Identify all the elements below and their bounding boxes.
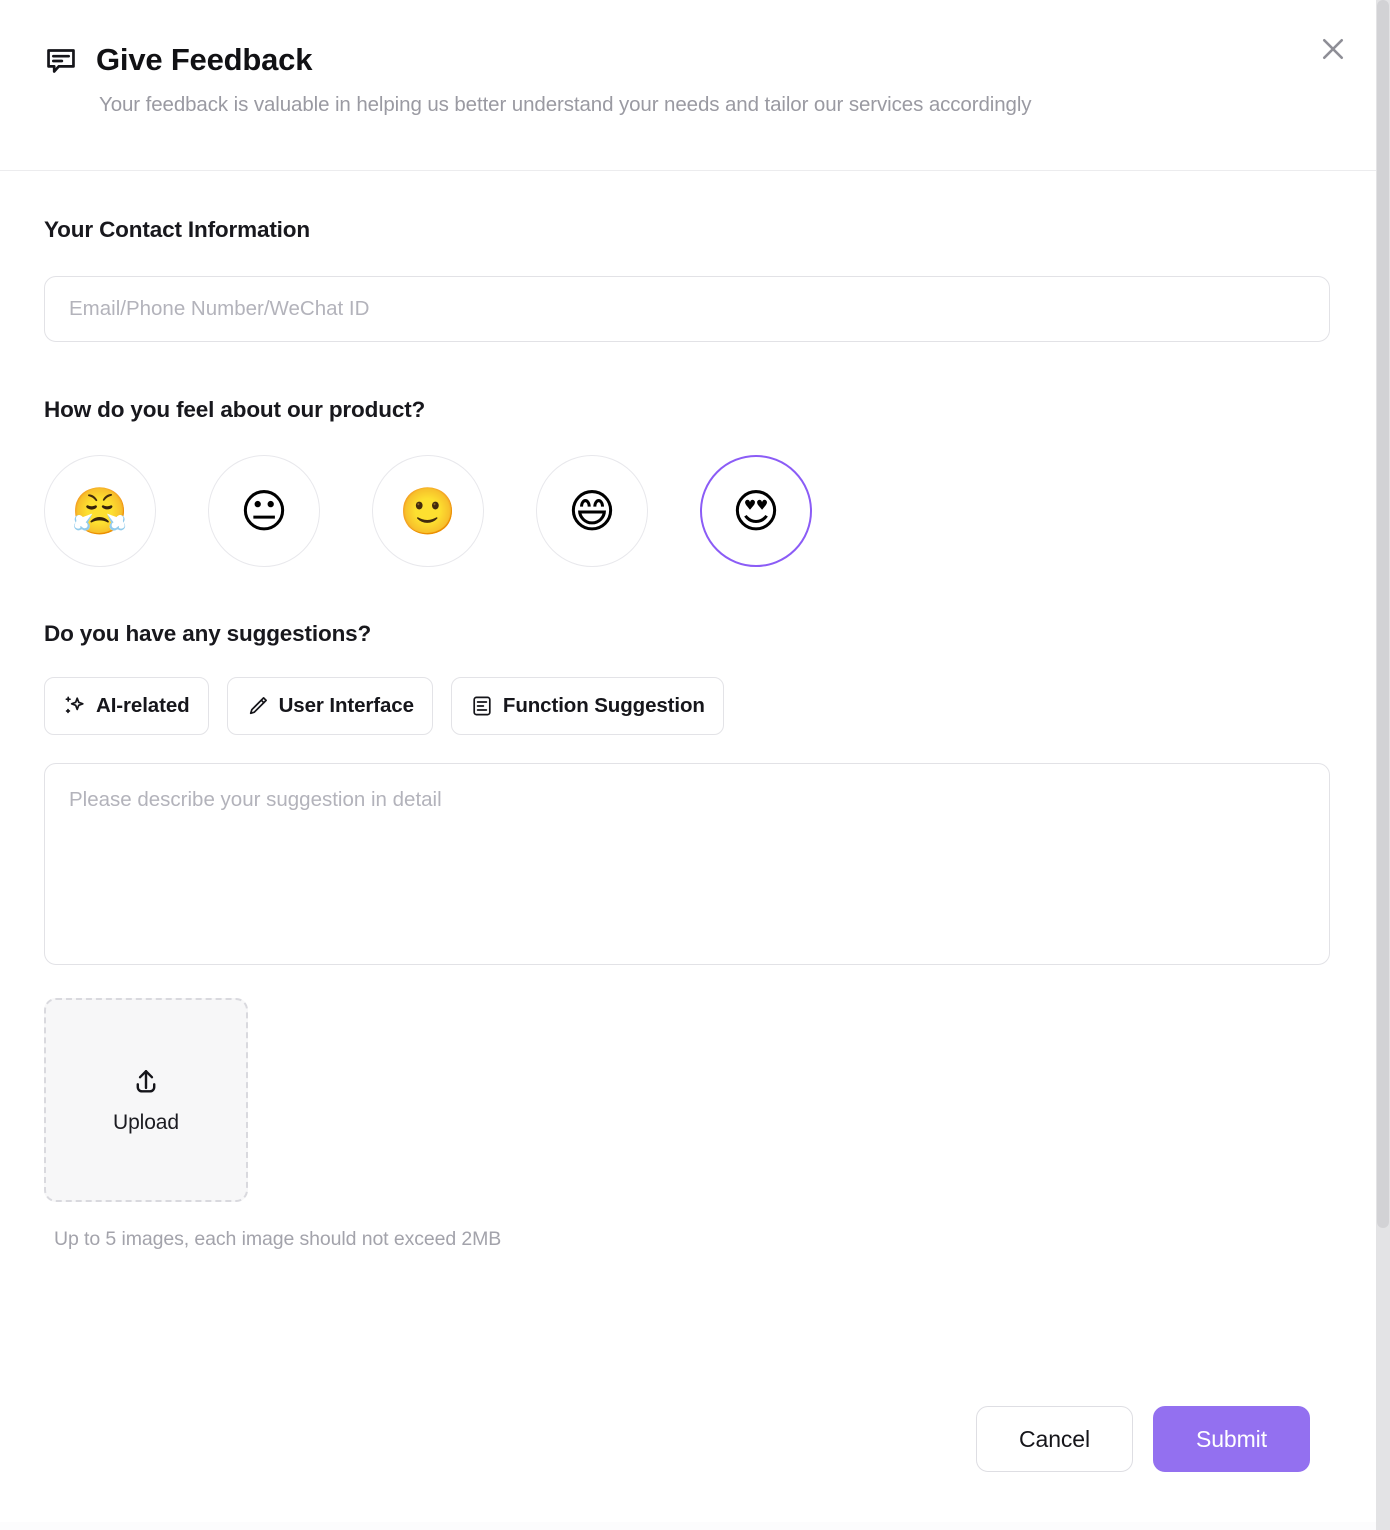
rating-neutral[interactable]: 😐 bbox=[208, 455, 320, 567]
tag-user-interface-label: User Interface bbox=[278, 694, 414, 717]
close-icon bbox=[1318, 34, 1348, 64]
rating-options: 😤 😐 🙂 😄 😍 bbox=[44, 455, 1346, 567]
dialog-subtitle: Your feedback is valuable in helping us … bbox=[99, 93, 1032, 116]
upload-button-label: Upload bbox=[113, 1111, 179, 1134]
message-feedback-icon bbox=[44, 42, 78, 78]
sparkles-icon bbox=[63, 694, 87, 718]
tag-ai-related[interactable]: AI-related bbox=[44, 677, 209, 735]
cancel-button[interactable]: Cancel bbox=[976, 1406, 1133, 1472]
dialog-title-row: Give Feedback bbox=[44, 42, 1346, 78]
suggestion-tags: AI-related User Interface Function Sugge… bbox=[44, 677, 1346, 735]
give-feedback-dialog: Give Feedback Your feedback is valuable … bbox=[0, 0, 1390, 1530]
rating-grinning[interactable]: 😄 bbox=[536, 455, 648, 567]
rating-heart-eyes-icon: 😍 bbox=[732, 484, 780, 538]
tag-user-interface[interactable]: User Interface bbox=[226, 677, 433, 735]
rating-question-label: How do you feel about our product? bbox=[44, 397, 426, 422]
tag-function-suggestion-label: Function Suggestion bbox=[502, 694, 705, 717]
bottom-edge-band bbox=[0, 1522, 1376, 1530]
submit-button[interactable]: Submit bbox=[1153, 1406, 1310, 1472]
pencil-icon bbox=[246, 694, 270, 718]
close-button[interactable] bbox=[1312, 28, 1354, 70]
dialog-header: Give Feedback Your feedback is valuable … bbox=[0, 0, 1390, 171]
contact-input[interactable] bbox=[44, 276, 1330, 342]
rating-heart-eyes[interactable]: 😍 bbox=[700, 455, 812, 567]
upload-dropzone[interactable]: Upload bbox=[44, 998, 248, 1202]
contact-information-label: Your Contact Information bbox=[44, 217, 310, 242]
dialog-footer: Cancel Submit bbox=[0, 1382, 1390, 1530]
rating-slightly-smiling-icon: 🙂 bbox=[399, 484, 457, 538]
suggestion-textarea[interactable] bbox=[44, 763, 1330, 965]
suggestions-question-label: Do you have any suggestions? bbox=[44, 621, 372, 646]
rating-grinning-icon: 😄 bbox=[568, 484, 616, 538]
upload-arrow-icon bbox=[129, 1065, 163, 1099]
rating-angry-icon: 😤 bbox=[71, 484, 129, 538]
document-list-icon bbox=[470, 694, 494, 718]
dialog-body: Your Contact Information How do you feel… bbox=[0, 171, 1390, 1382]
page-title: Give Feedback bbox=[96, 41, 313, 77]
tag-function-suggestion[interactable]: Function Suggestion bbox=[450, 677, 724, 735]
tag-ai-related-label: AI-related bbox=[96, 694, 190, 717]
rating-neutral-icon: 😐 bbox=[240, 484, 288, 538]
rating-slightly-smiling[interactable]: 🙂 bbox=[372, 455, 484, 567]
vertical-scrollbar-thumb[interactable] bbox=[1377, 0, 1389, 1228]
vertical-scrollbar-track[interactable] bbox=[1376, 0, 1390, 1530]
rating-angry[interactable]: 😤 bbox=[44, 455, 156, 567]
upload-hint-text: Up to 5 images, each image should not ex… bbox=[54, 1228, 502, 1250]
